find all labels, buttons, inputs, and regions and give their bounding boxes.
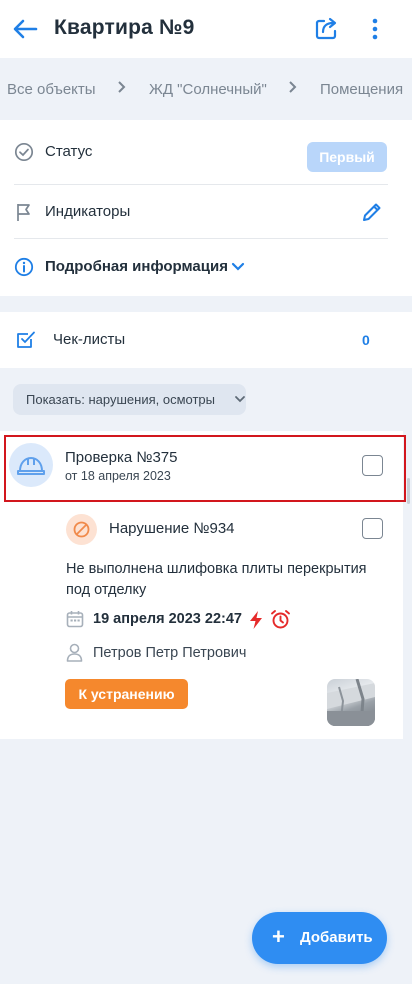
violation-photo-thumbnail[interactable] bbox=[327, 679, 375, 726]
alarm-clock-icon bbox=[271, 610, 290, 629]
violation-description: Не выполнена шлифовка плиты перекрытия п… bbox=[66, 561, 367, 598]
status-label: Статус bbox=[45, 143, 93, 160]
pencil-icon[interactable] bbox=[361, 201, 383, 223]
status-value-button[interactable]: Первый bbox=[307, 142, 387, 172]
lightning-icon bbox=[250, 611, 262, 629]
checklists-count: 0 bbox=[362, 332, 370, 348]
violation-checkbox[interactable] bbox=[362, 518, 383, 539]
add-button[interactable]: + Добавить bbox=[252, 912, 387, 964]
indicators-row[interactable]: Индикаторы bbox=[0, 185, 412, 239]
breadcrumb-item-complex[interactable]: ЖД "Солнечный" bbox=[149, 81, 267, 98]
chevron-right-icon bbox=[289, 81, 297, 93]
avatar bbox=[9, 443, 53, 487]
check-circle-icon bbox=[14, 142, 34, 162]
scrollbar[interactable] bbox=[407, 478, 410, 504]
more-vertical-icon[interactable] bbox=[366, 16, 384, 42]
share-icon[interactable] bbox=[314, 15, 340, 41]
violation-title[interactable]: Нарушение №934 bbox=[109, 520, 235, 537]
inspection-date: от 18 апреля 2023 bbox=[65, 469, 171, 483]
filter-label: Показать: нарушения, осмотры bbox=[26, 392, 215, 407]
plus-icon: + bbox=[272, 924, 285, 949]
status-row: Статус Первый bbox=[0, 125, 412, 179]
chevron-right-icon bbox=[118, 81, 126, 93]
details-card: Статус Первый Индикаторы Подробная инфор… bbox=[0, 120, 412, 296]
violation-avatar bbox=[66, 514, 97, 545]
chevron-down-icon bbox=[231, 262, 245, 271]
page-title: Квартира №9 bbox=[54, 16, 195, 39]
more-info-row[interactable]: Подробная информация bbox=[0, 239, 412, 293]
breadcrumb-item-premises[interactable]: Помещения bbox=[320, 81, 403, 98]
prohibited-icon bbox=[73, 521, 90, 538]
violation-datetime: 19 апреля 2023 22:47 bbox=[93, 611, 242, 627]
more-info-label: Подробная информация bbox=[45, 258, 228, 275]
indicators-label: Индикаторы bbox=[45, 203, 131, 220]
add-button-label: Добавить bbox=[300, 929, 373, 946]
user-icon bbox=[66, 643, 83, 662]
flag-icon bbox=[17, 204, 30, 221]
filter-dropdown[interactable]: Показать: нарушения, осмотры bbox=[13, 384, 246, 415]
inspection-title[interactable]: Проверка №375 bbox=[65, 449, 177, 466]
photo-thumbnail-image bbox=[327, 679, 375, 726]
breadcrumb: Все объекты ЖД "Солнечный" Помещения bbox=[0, 58, 412, 120]
app-header: Квартира №9 bbox=[0, 0, 412, 58]
checklists-label: Чек-листы bbox=[53, 331, 126, 348]
chevron-down-icon bbox=[235, 396, 245, 403]
calendar-icon bbox=[66, 611, 84, 628]
status-button[interactable]: К устранению bbox=[65, 679, 188, 709]
info-icon bbox=[14, 257, 34, 277]
breadcrumb-item-all-objects[interactable]: Все объекты bbox=[7, 81, 96, 98]
checklists-row[interactable]: Чек-листы 0 bbox=[0, 312, 412, 368]
hard-hat-icon bbox=[17, 456, 45, 475]
checkbox-checked-icon bbox=[17, 331, 35, 348]
inspection-checkbox[interactable] bbox=[362, 455, 383, 476]
violation-assignee: Петров Петр Петрович bbox=[93, 645, 247, 661]
arrow-left-icon[interactable] bbox=[12, 17, 38, 41]
